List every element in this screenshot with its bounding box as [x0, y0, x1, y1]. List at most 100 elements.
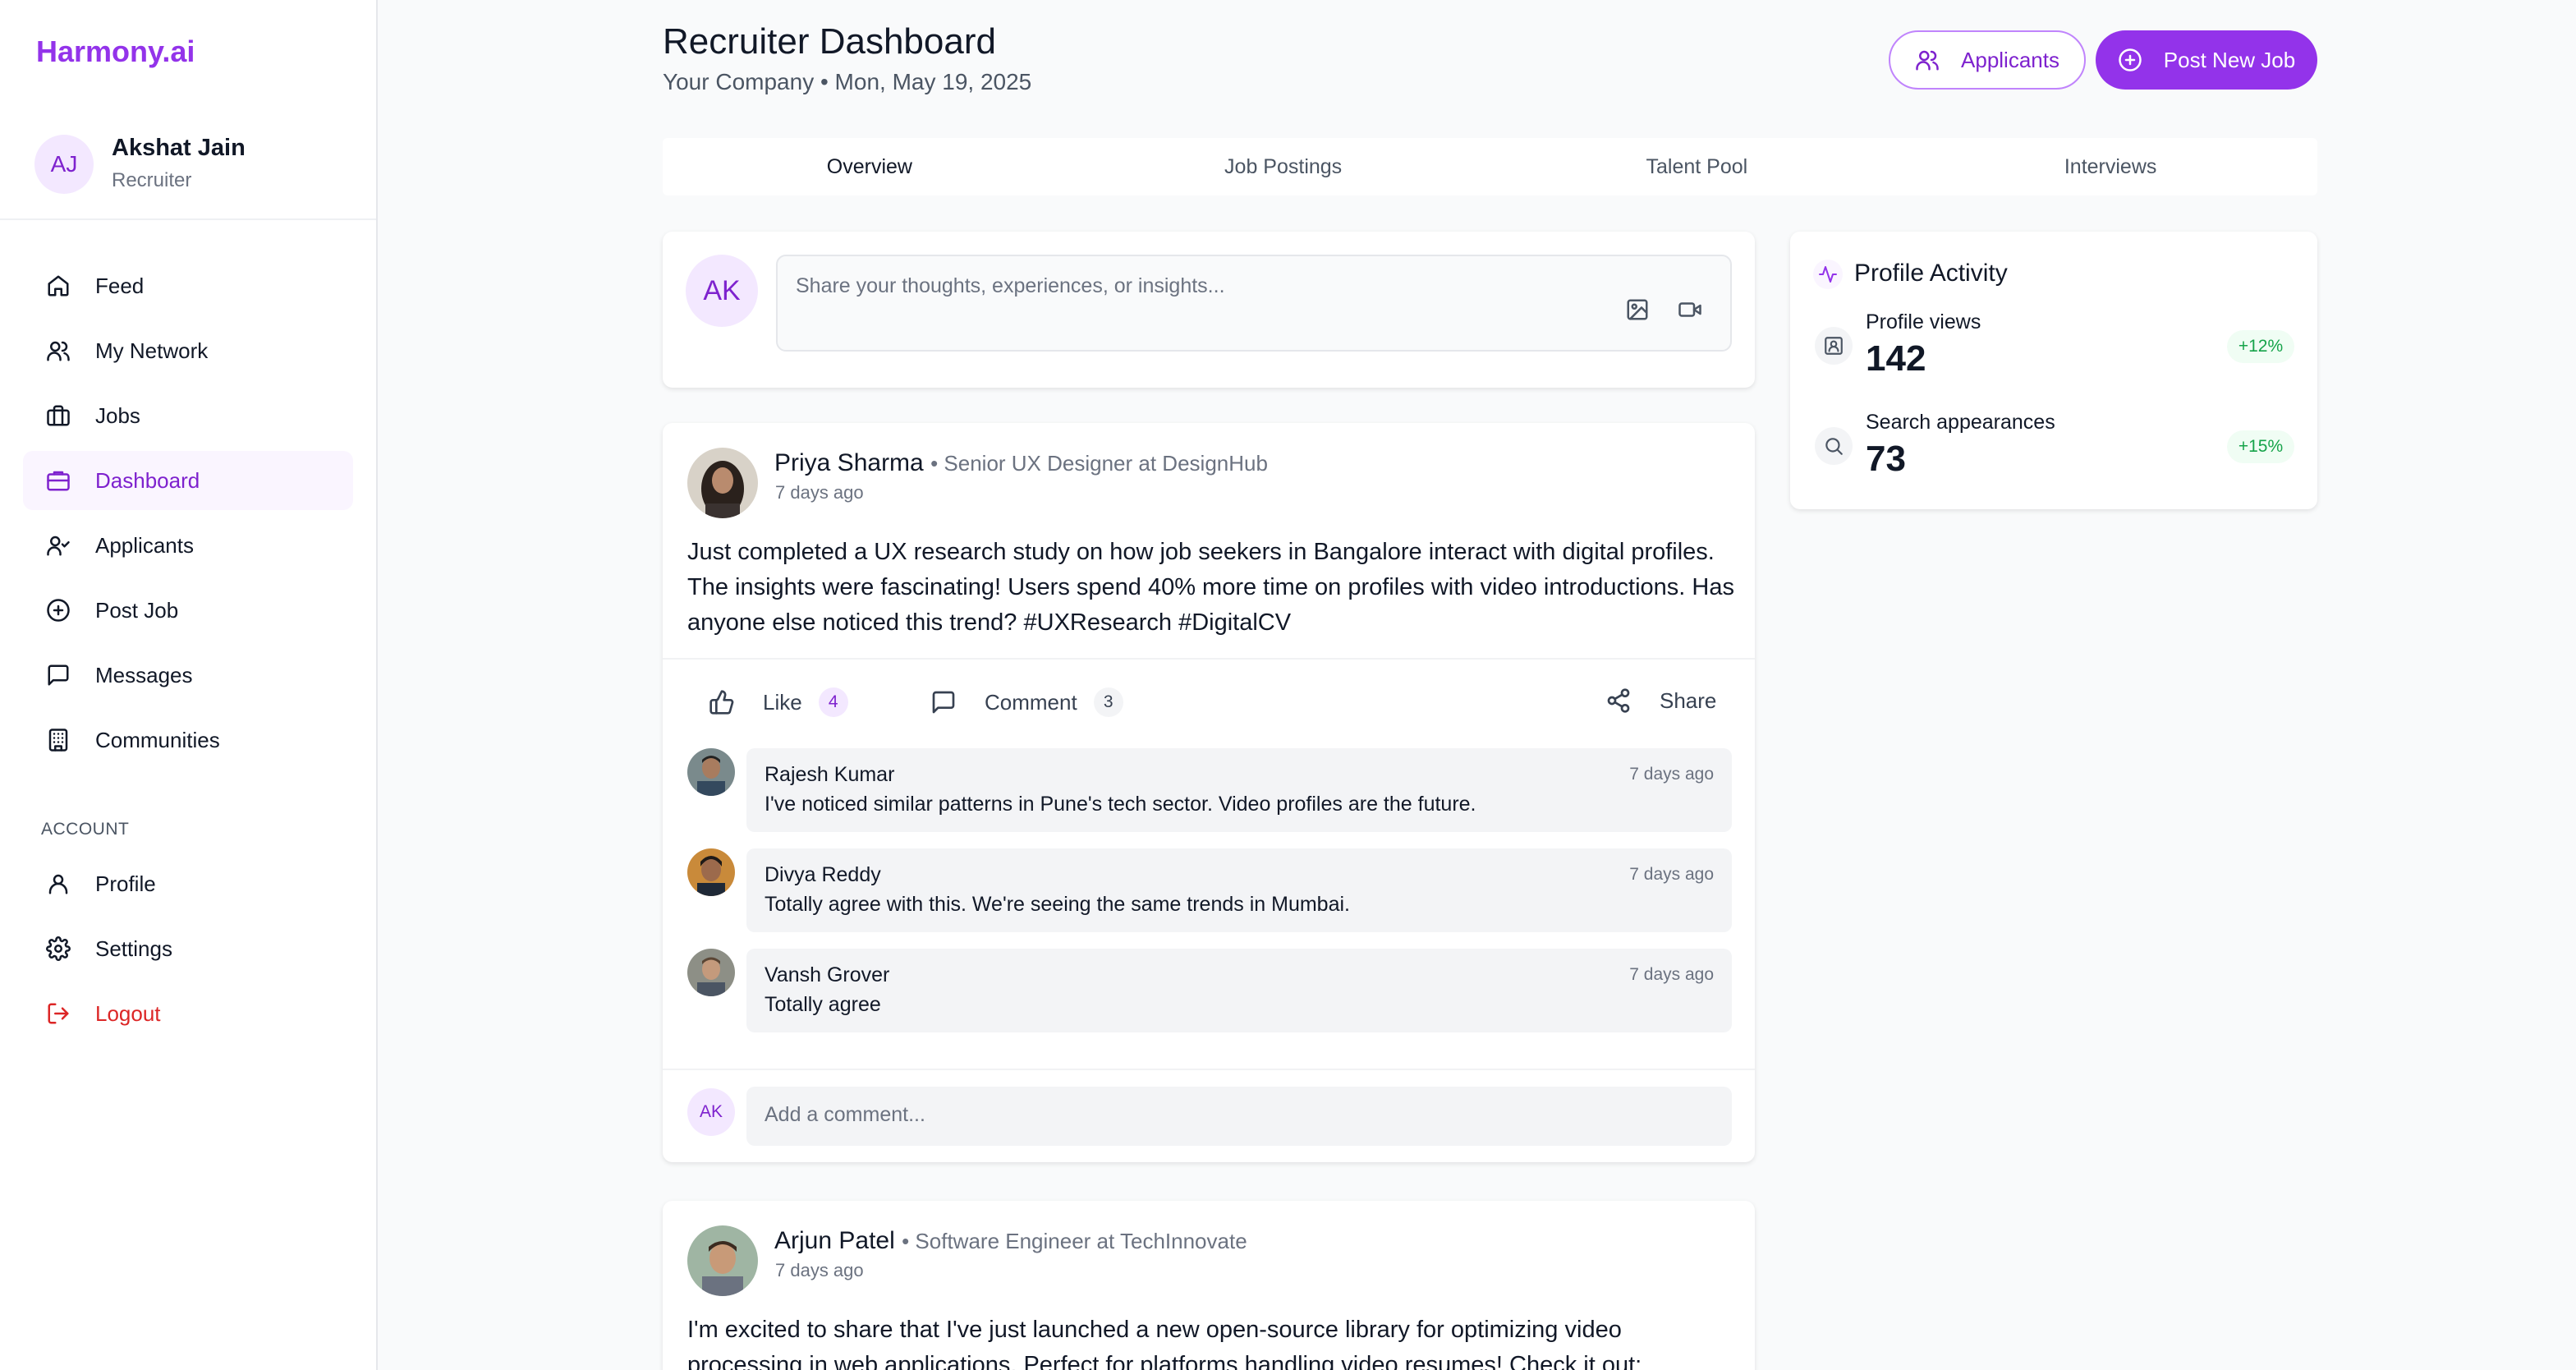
page-title: Recruiter Dashboard	[663, 21, 996, 62]
activity-title: Profile Activity	[1854, 260, 2008, 287]
user-profile-summary[interactable]: AJ Akshat Jain Recruiter	[0, 123, 376, 220]
composer-input[interactable]: Share your thoughts, experiences, or ins…	[776, 255, 1732, 352]
gear-icon	[46, 936, 71, 961]
author-headline: • Software Engineer at TechInnovate	[902, 1229, 1247, 1253]
comment-item: Divya Reddy Totally agree with this. We'…	[687, 848, 1732, 934]
commenter-avatar[interactable]	[687, 949, 735, 996]
author-name: Priya Sharma	[774, 449, 924, 476]
dashboard-tabs: Overview Job Postings Talent Pool Interv…	[663, 138, 2317, 195]
post-body: I'm excited to share that I've just laun…	[687, 1317, 1642, 1370]
tab-talent-pool[interactable]: Talent Pool	[1490, 138, 1904, 195]
applicants-button[interactable]: Applicants	[1889, 30, 2086, 90]
avatar: AJ	[34, 135, 94, 194]
sidebar-item-label: Profile	[95, 871, 156, 896]
sidebar-item-label: Feed	[95, 273, 145, 298]
comment-label: Comment	[985, 689, 1077, 715]
comment-count: 3	[1093, 687, 1123, 717]
image-icon[interactable]	[1625, 297, 1650, 322]
user-check-icon	[47, 536, 70, 556]
profile-views-icon	[1815, 327, 1853, 365]
author-avatar[interactable]	[687, 448, 758, 518]
comment-timestamp: 7 days ago	[1629, 965, 1714, 984]
sidebar-item-communities[interactable]: Communities	[23, 710, 353, 770]
post-body: Just completed a UX research study on ho…	[687, 539, 1734, 636]
user-icon	[48, 874, 68, 894]
plus-circle-icon	[2119, 48, 2142, 71]
add-comment-input[interactable]: Add a comment...	[746, 1087, 1732, 1146]
comment-button[interactable]: Comment 3	[930, 687, 1123, 717]
avatar: AK	[687, 1088, 735, 1136]
commenter-name[interactable]: Rajesh Kumar	[765, 763, 894, 787]
commenter-avatar[interactable]	[687, 748, 735, 796]
video-icon[interactable]	[1678, 297, 1702, 322]
comment-timestamp: 7 days ago	[1629, 865, 1714, 884]
divider	[663, 658, 1755, 660]
post-composer: AK Share your thoughts, experiences, or …	[663, 232, 1755, 388]
comment-timestamp: 7 days ago	[1629, 765, 1714, 784]
post-new-job-button[interactable]: Post New Job	[2096, 30, 2317, 90]
users-icon	[1916, 50, 1939, 71]
add-comment-placeholder: Add a comment...	[765, 1103, 925, 1126]
comment-icon	[932, 691, 955, 714]
comment-text: Totally agree with this. We're seeing th…	[765, 893, 1350, 916]
post-timestamp: 7 days ago	[775, 1260, 864, 1280]
sidebar-item-jobs[interactable]: Jobs	[23, 386, 353, 445]
stat-value: 142	[1866, 338, 1926, 379]
applicants-button-label: Applicants	[1961, 47, 2059, 72]
activity-icon	[1813, 260, 1843, 289]
main-nav: Feed My Network Jobs Dashboard Applicant…	[23, 256, 353, 775]
like-label: Like	[763, 689, 802, 715]
post-author[interactable]: Priya Sharma • Senior UX Designer at Des…	[774, 449, 1268, 477]
sidebar-item-label: Jobs	[95, 402, 140, 428]
author-headline: • Senior UX Designer at DesignHub	[930, 451, 1268, 476]
sidebar-item-profile[interactable]: Profile	[23, 854, 353, 913]
commenter-name[interactable]: Divya Reddy	[765, 863, 881, 887]
stat-value: 73	[1866, 439, 1906, 479]
sidebar-item-dashboard[interactable]: Dashboard	[23, 451, 353, 510]
sidebar: Harmony.ai AJ Akshat Jain Recruiter Feed…	[0, 0, 378, 1370]
sidebar-item-feed[interactable]: Feed	[23, 256, 353, 315]
sidebar-item-label: Dashboard	[95, 467, 200, 493]
sidebar-item-settings[interactable]: Settings	[23, 919, 353, 978]
tab-overview[interactable]: Overview	[663, 138, 1077, 195]
account-section-heading: ACCOUNT	[41, 820, 130, 839]
comment-bubble: Divya Reddy Totally agree with this. We'…	[746, 848, 1732, 932]
message-icon	[48, 664, 69, 686]
avatar: AK	[686, 255, 758, 327]
author-name: Arjun Patel	[774, 1227, 895, 1254]
author-avatar[interactable]	[687, 1225, 758, 1296]
user-role: Recruiter	[112, 169, 192, 191]
tab-interviews[interactable]: Interviews	[1903, 138, 2317, 195]
post-timestamp: 7 days ago	[775, 482, 864, 503]
post-new-job-label: Post New Job	[2163, 47, 2296, 72]
share-button[interactable]: Share	[1605, 687, 1716, 714]
commenter-avatar[interactable]	[687, 848, 735, 896]
dashboard-icon	[47, 471, 70, 491]
sidebar-item-logout[interactable]: Logout	[23, 984, 353, 1043]
sidebar-item-label: Communities	[95, 727, 220, 752]
comment-item: Vansh Grover Totally agree 7 days ago	[687, 949, 1732, 1034]
sidebar-item-label: Messages	[95, 662, 193, 687]
sidebar-item-label: My Network	[95, 338, 209, 363]
sidebar-item-post-job[interactable]: Post Job	[23, 581, 353, 640]
like-count: 4	[818, 687, 848, 717]
sidebar-item-label: Post Job	[95, 597, 179, 623]
sidebar-item-label: Applicants	[95, 532, 194, 558]
stat-label: Search appearances	[1866, 411, 2055, 434]
sidebar-item-messages[interactable]: Messages	[23, 646, 353, 705]
post-author[interactable]: Arjun Patel • Software Engineer at TechI…	[774, 1227, 1247, 1255]
tab-job-postings[interactable]: Job Postings	[1077, 138, 1490, 195]
sidebar-item-my-network[interactable]: My Network	[23, 321, 353, 380]
like-button[interactable]: Like 4	[709, 687, 848, 717]
sidebar-item-applicants[interactable]: Applicants	[23, 516, 353, 575]
feed-post: Priya Sharma • Senior UX Designer at Des…	[663, 423, 1755, 1162]
sidebar-item-label: Logout	[95, 1000, 161, 1026]
comment-text: I've noticed similar patterns in Pune's …	[765, 793, 1476, 816]
share-icon	[1607, 688, 1630, 713]
briefcase-icon	[47, 405, 70, 426]
commenter-name[interactable]: Vansh Grover	[765, 963, 889, 987]
home-icon	[48, 275, 69, 297]
stat-delta-badge: +12%	[2227, 330, 2294, 363]
profile-activity-card: Profile Activity Profile views 142 +12% …	[1790, 232, 2317, 509]
brand-logo[interactable]: Harmony.ai	[36, 34, 195, 69]
